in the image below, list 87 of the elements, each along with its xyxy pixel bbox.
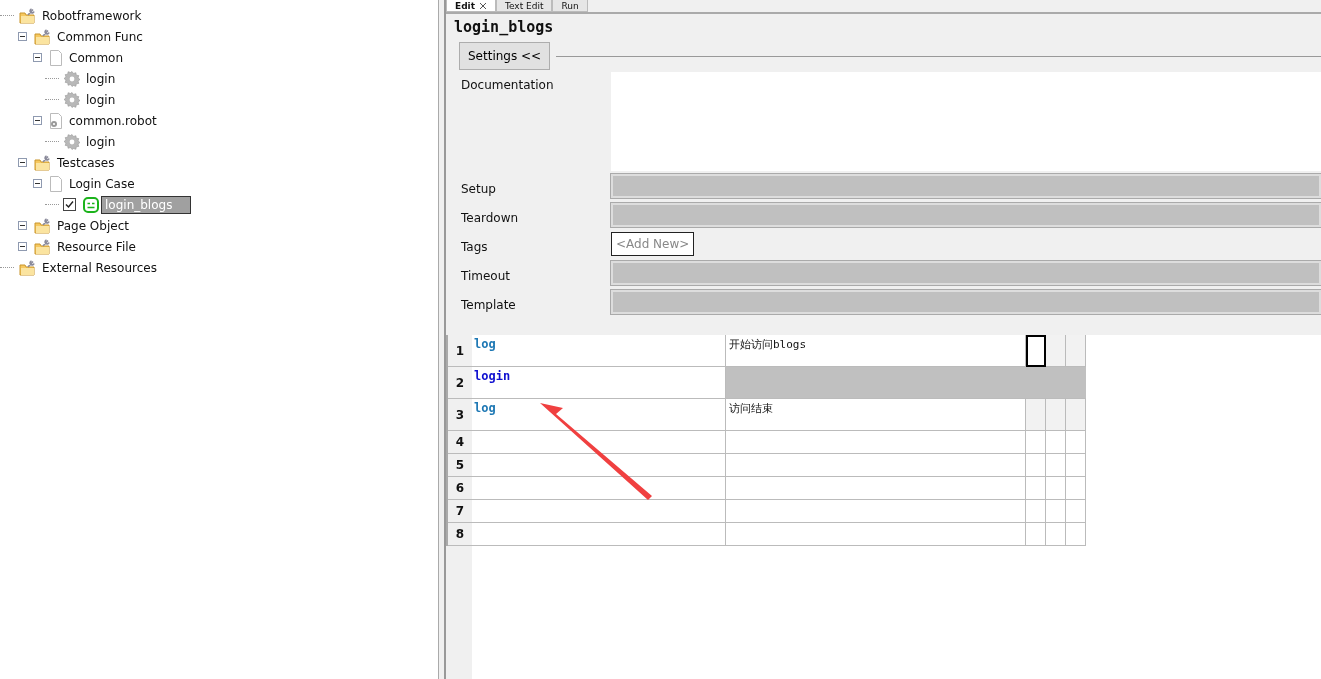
folder-wrench-icon [34, 28, 51, 45]
settings-button[interactable]: Settings << [459, 42, 551, 70]
grid-cell[interactable] [1066, 399, 1086, 431]
keyword-cell[interactable] [472, 477, 726, 500]
setting-label: Tags [460, 240, 489, 256]
argument-cell[interactable] [726, 454, 1026, 477]
collapse-icon[interactable] [32, 116, 42, 125]
setting-label: Setup [460, 182, 497, 198]
tab[interactable]: Text Edit [496, 0, 553, 12]
grid-cell[interactable] [1026, 399, 1046, 431]
argument-cell[interactable] [726, 431, 1026, 454]
grid-cell[interactable] [1026, 454, 1046, 477]
grid-cell[interactable] [1026, 500, 1046, 523]
tree-item[interactable]: login [83, 91, 119, 108]
grid-cell[interactable] [1026, 335, 1046, 367]
collapse-icon[interactable] [17, 158, 27, 167]
tree-item[interactable]: Testcases [54, 154, 118, 171]
grid-cell[interactable] [1046, 335, 1066, 367]
tree-item[interactable]: Login Case [66, 175, 138, 192]
argument-cell[interactable] [726, 500, 1026, 523]
setting-label: Teardown [460, 211, 520, 227]
grid-cell[interactable] [1046, 477, 1066, 500]
setting-label: Template [460, 298, 517, 314]
gear-icon [64, 91, 80, 108]
grid-cell[interactable] [1046, 399, 1066, 431]
argument-cell[interactable]: 开始访问blogs [726, 335, 1026, 367]
page-icon [49, 175, 63, 192]
splitter-bar[interactable] [438, 0, 446, 679]
grid-cell[interactable] [1046, 431, 1066, 454]
folder-wrench-icon [19, 7, 36, 24]
tree-item[interactable]: Common Func [54, 28, 146, 45]
test-case-title: login_blogs [454, 18, 555, 38]
robot-face-icon [83, 196, 99, 213]
setting-label: Documentation [460, 78, 555, 94]
setting-field[interactable] [611, 174, 1321, 198]
tree-item[interactable]: External Resources [39, 259, 160, 276]
page-gear-icon [49, 112, 63, 129]
setting-field[interactable] [611, 203, 1321, 227]
grid-cell[interactable] [1026, 477, 1046, 500]
tree-item[interactable]: login [83, 133, 119, 150]
folder-wrench-icon [19, 259, 36, 276]
grid-cell[interactable] [1046, 500, 1066, 523]
tree-item[interactable]: Common [66, 49, 127, 66]
tab[interactable]: Edit [446, 0, 496, 12]
keyword-cell[interactable]: log [472, 335, 726, 367]
checkbox[interactable] [63, 198, 76, 211]
tree-item[interactable]: Page Object [54, 217, 132, 234]
grid-cell[interactable] [1066, 335, 1086, 367]
setting-field[interactable] [611, 290, 1321, 314]
argument-cell[interactable]: 访问结束 [726, 399, 1026, 431]
keyword-cell[interactable]: login [472, 367, 726, 399]
grid-cell[interactable] [1066, 477, 1086, 500]
keyword-cell[interactable]: log [472, 399, 726, 431]
tab[interactable]: Run [552, 0, 588, 12]
setting-label: Timeout [460, 269, 512, 285]
keyword-cell[interactable] [472, 523, 726, 546]
grid-cell[interactable] [1026, 523, 1046, 546]
folder-wrench-icon [34, 238, 51, 255]
argument-cell[interactable] [726, 477, 1026, 500]
page-icon [49, 49, 63, 66]
tree-item[interactable]: Robotframework [39, 7, 145, 24]
close-icon[interactable] [479, 1, 487, 10]
argument-cell[interactable] [726, 523, 1026, 546]
add-tag-field[interactable]: <Add New> [611, 232, 695, 256]
gear-icon [64, 70, 80, 87]
grid-cell[interactable] [1026, 431, 1046, 454]
collapse-icon[interactable] [32, 179, 42, 188]
folder-wrench-icon [34, 154, 51, 171]
grid-cell[interactable] [1066, 431, 1086, 454]
grid-cell[interactable] [1066, 523, 1086, 546]
gear-icon [64, 133, 80, 150]
collapse-icon[interactable] [17, 32, 27, 41]
tree-item[interactable]: Resource File [54, 238, 139, 255]
grid-cell[interactable] [1046, 523, 1066, 546]
tree-item[interactable]: common.robot [66, 112, 160, 129]
keyword-cell[interactable] [472, 500, 726, 523]
keyword-cell[interactable] [472, 454, 726, 477]
setting-field[interactable] [611, 261, 1321, 285]
folder-wrench-icon [34, 217, 51, 234]
collapse-icon[interactable] [17, 221, 27, 230]
keyword-cell[interactable] [472, 431, 726, 454]
collapse-icon[interactable] [32, 53, 42, 62]
collapse-icon[interactable] [17, 242, 27, 251]
grid-cell[interactable] [1046, 454, 1066, 477]
tree-item[interactable]: login [83, 70, 119, 87]
grid-cell[interactable] [1066, 454, 1086, 477]
grid-cell[interactable] [1066, 500, 1086, 523]
